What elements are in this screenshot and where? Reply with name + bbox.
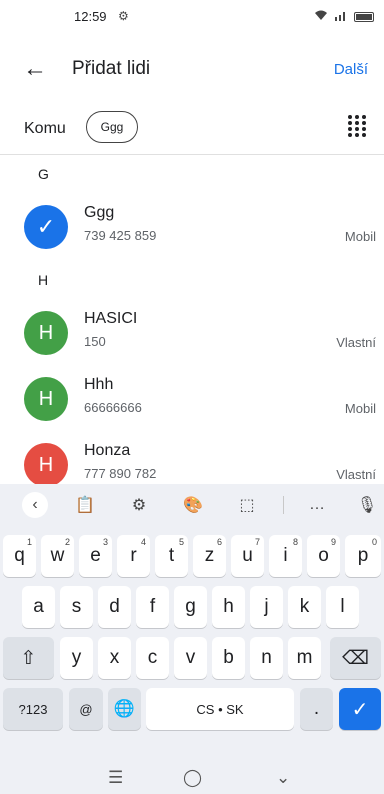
key-b[interactable]: b bbox=[212, 637, 245, 679]
at-key[interactable]: @ bbox=[69, 688, 103, 730]
wifi-icon bbox=[314, 10, 328, 24]
theme-palette-icon[interactable]: 🎨 bbox=[180, 492, 206, 518]
contact-item-ggg[interactable]: ✓ Ggg 739 425 859 Mobil bbox=[0, 196, 384, 262]
key-k[interactable]: k bbox=[288, 586, 321, 628]
key-m[interactable]: m bbox=[288, 637, 321, 679]
nav-back-icon[interactable]: ⌄ bbox=[276, 768, 290, 788]
recipients-row: Komu Ggg bbox=[0, 103, 384, 153]
status-icons bbox=[314, 10, 374, 24]
key-f[interactable]: f bbox=[136, 586, 169, 628]
toolbar-separator bbox=[283, 496, 284, 514]
back-arrow-icon[interactable]: ← bbox=[18, 52, 52, 86]
contact-name: Ggg bbox=[84, 204, 115, 221]
key-j[interactable]: j bbox=[250, 586, 283, 628]
avatar: H bbox=[24, 377, 68, 421]
contact-name: HASICI bbox=[84, 310, 138, 327]
key-n[interactable]: n bbox=[250, 637, 283, 679]
system-nav-bar: ☰ ◯ ⌄ bbox=[0, 764, 384, 794]
more-options-icon[interactable]: … bbox=[304, 492, 330, 518]
page-title: Přidat lidi bbox=[72, 58, 151, 79]
home-icon[interactable]: ◯ bbox=[183, 768, 202, 788]
key-i[interactable]: i8 bbox=[269, 535, 302, 577]
key-h[interactable]: h bbox=[212, 586, 245, 628]
contact-number-type: Vlastní bbox=[336, 467, 376, 482]
key-z[interactable]: z6 bbox=[193, 535, 226, 577]
key-s[interactable]: s bbox=[60, 586, 93, 628]
key-c[interactable]: c bbox=[136, 637, 169, 679]
period-key[interactable]: . bbox=[300, 688, 333, 730]
contact-number-type: Mobil bbox=[344, 229, 376, 244]
contact-number-type: Vlastní bbox=[336, 335, 376, 350]
space-key[interactable]: CS • SK bbox=[146, 688, 294, 730]
avatar: H bbox=[24, 311, 68, 355]
contact-number: 150 bbox=[84, 334, 106, 349]
contact-number: 66666666 bbox=[84, 400, 142, 415]
contact-number: 739 425 859 bbox=[84, 228, 157, 243]
on-screen-keyboard: ‹ 📋 ⚙ 🎨 ⬚ … 🎙 q1 w2 e3 r4 t5 z6 u7 i8 o9… bbox=[0, 484, 384, 794]
contact-list: G ✓ Ggg 739 425 859 Mobil H H HASICI 150… bbox=[0, 155, 384, 485]
key-v[interactable]: v bbox=[174, 637, 207, 679]
key-q[interactable]: q1 bbox=[3, 535, 36, 577]
backspace-key[interactable]: ⌫ bbox=[330, 637, 381, 679]
battery-icon bbox=[354, 12, 374, 22]
key-w[interactable]: w2 bbox=[41, 535, 74, 577]
key-p[interactable]: p0 bbox=[345, 535, 381, 577]
to-label: Komu bbox=[24, 120, 66, 137]
contact-number-type: Mobil bbox=[344, 401, 376, 416]
app-bar: ← Přidat lidi Další bbox=[0, 40, 384, 98]
key-y[interactable]: y bbox=[60, 637, 93, 679]
avatar: H bbox=[24, 443, 68, 485]
contact-item-hasici[interactable]: H HASICI 150 Vlastní bbox=[0, 302, 384, 368]
clipboard-icon[interactable]: 📋 bbox=[72, 492, 98, 518]
dialpad-icon[interactable] bbox=[346, 115, 368, 137]
key-u[interactable]: u7 bbox=[231, 535, 264, 577]
key-e[interactable]: e3 bbox=[79, 535, 112, 577]
key-x[interactable]: x bbox=[98, 637, 131, 679]
next-button[interactable]: Další bbox=[334, 61, 368, 78]
symbols-key[interactable]: ?123 bbox=[3, 688, 63, 730]
signal-icon bbox=[334, 10, 348, 24]
key-d[interactable]: d bbox=[98, 586, 131, 628]
shift-key[interactable]: ⇧ bbox=[3, 637, 54, 679]
globe-icon[interactable]: 🌐 bbox=[108, 688, 141, 730]
key-t[interactable]: t5 bbox=[155, 535, 188, 577]
contact-item-hhh[interactable]: H Hhh 66666666 Mobil bbox=[0, 368, 384, 434]
collapse-toolbar-icon[interactable]: ‹ bbox=[22, 492, 48, 518]
status-time: 12:59 bbox=[74, 9, 107, 24]
selected-check-icon: ✓ bbox=[24, 205, 68, 249]
section-header-h: H bbox=[38, 272, 49, 288]
status-bar: 12:59 ⚙ bbox=[0, 0, 384, 34]
contact-item-honza[interactable]: H Honza 777 890 782 Vlastní bbox=[0, 434, 384, 485]
settings-gear-icon: ⚙ bbox=[118, 9, 129, 23]
floating-keyboard-icon[interactable]: ⬚ bbox=[234, 492, 260, 518]
recipient-chip[interactable]: Ggg bbox=[86, 111, 138, 143]
contact-name: Hhh bbox=[84, 376, 114, 393]
enter-check-icon[interactable]: ✓ bbox=[339, 688, 381, 730]
keyboard-toolbar: ‹ 📋 ⚙ 🎨 ⬚ … 🎙 bbox=[0, 484, 384, 526]
microphone-off-icon[interactable]: 🎙 bbox=[354, 492, 380, 518]
key-a[interactable]: a bbox=[22, 586, 55, 628]
section-header-g: G bbox=[38, 166, 49, 182]
settings-icon[interactable]: ⚙ bbox=[126, 492, 152, 518]
contact-name: Honza bbox=[84, 442, 131, 459]
key-o[interactable]: o9 bbox=[307, 535, 340, 577]
key-r[interactable]: r4 bbox=[117, 535, 150, 577]
recent-apps-icon[interactable]: ☰ bbox=[108, 768, 123, 788]
key-l[interactable]: l bbox=[326, 586, 359, 628]
contact-number: 777 890 782 bbox=[84, 466, 157, 481]
key-g[interactable]: g bbox=[174, 586, 207, 628]
